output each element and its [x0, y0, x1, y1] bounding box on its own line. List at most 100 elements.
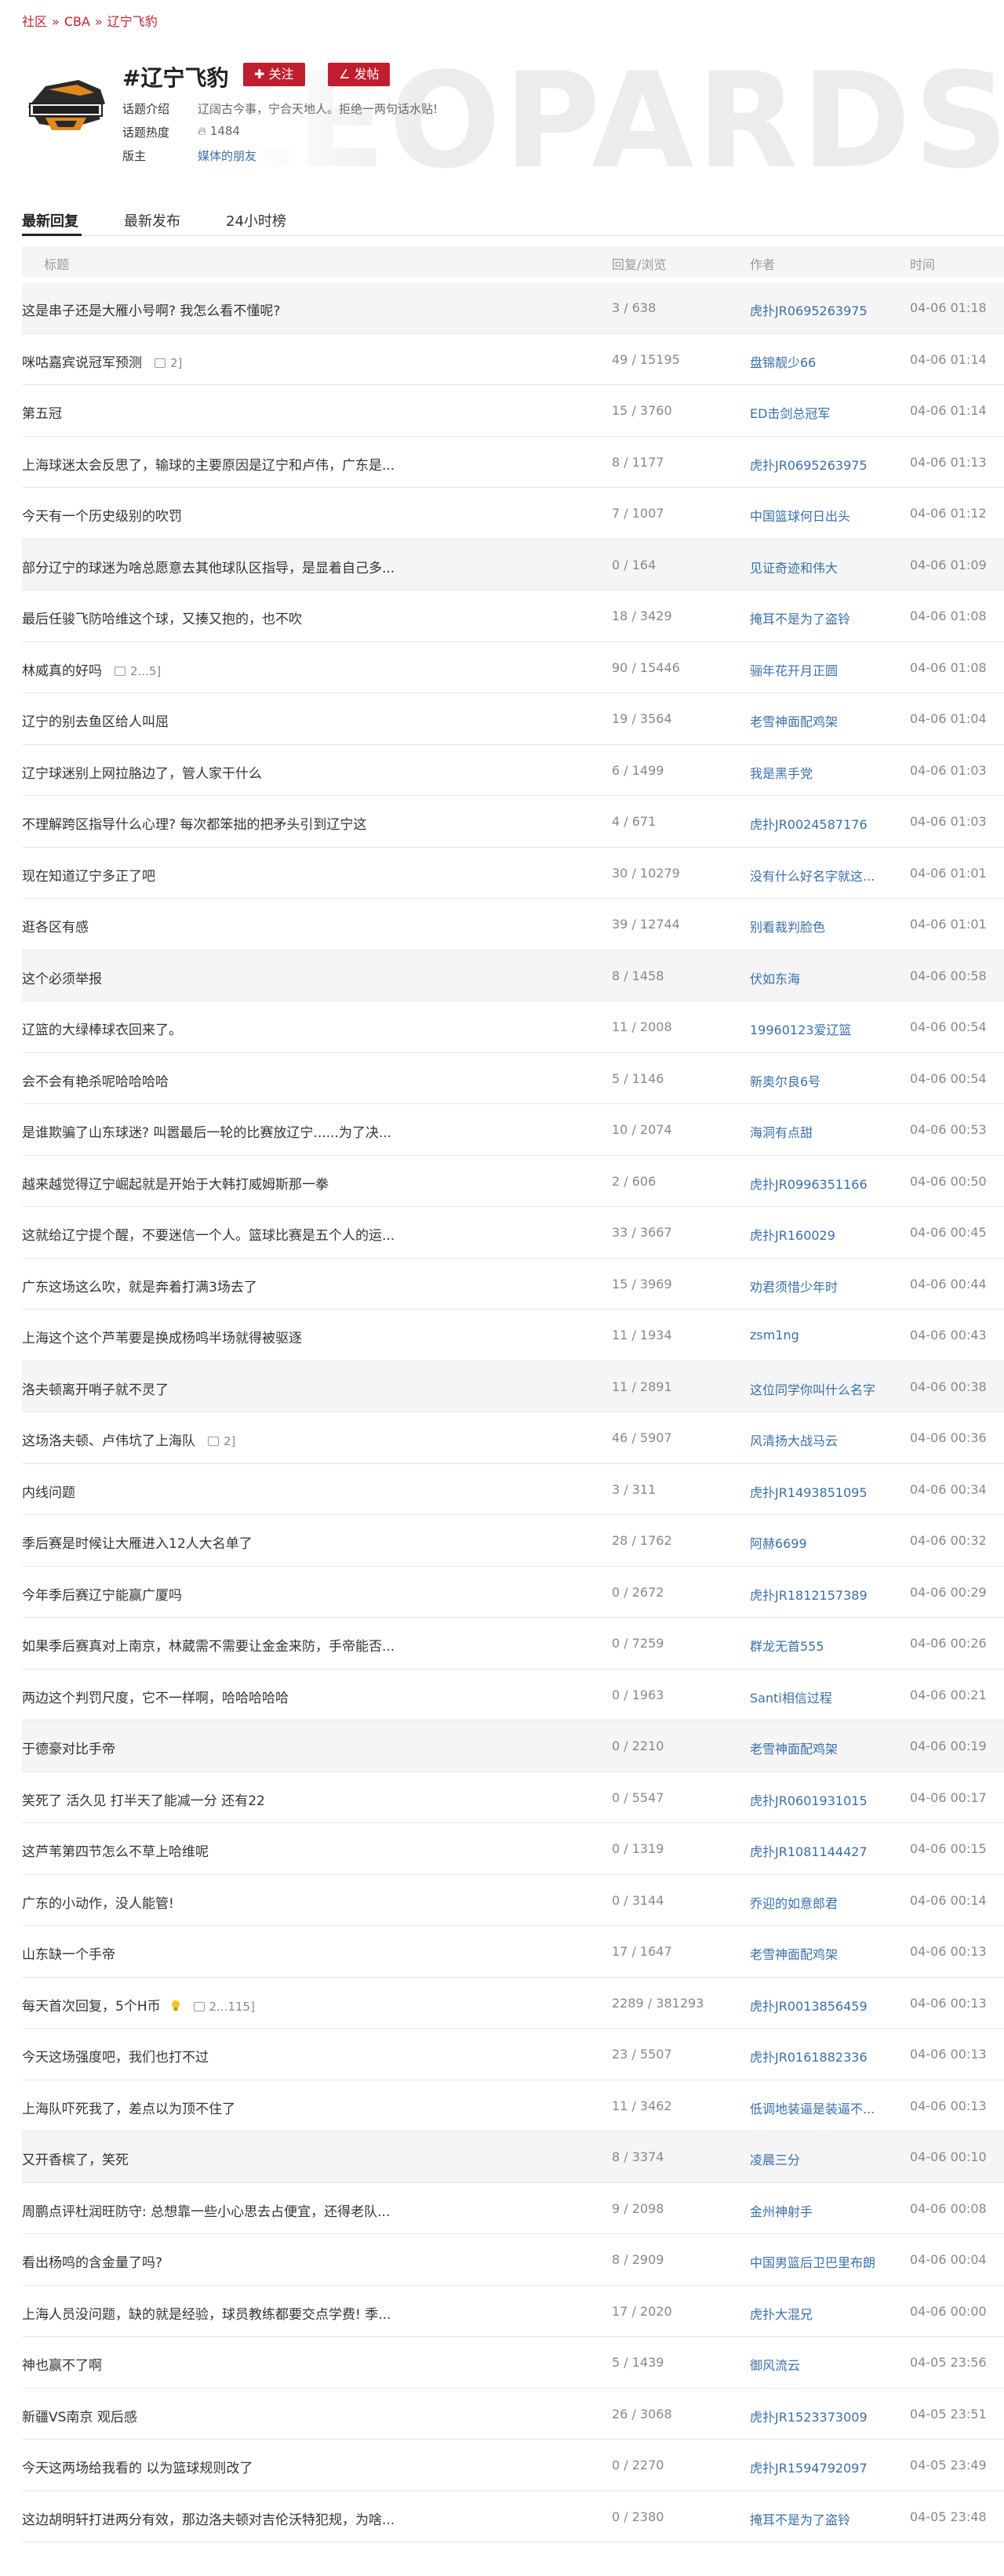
thread-author[interactable]: 群龙无首555: [750, 1636, 824, 1655]
thread-title[interactable]: 如果季后赛真对上南京，林葳需不需要让金金来防，手帝能否...: [22, 1639, 395, 1655]
thread-title[interactable]: 这场洛夫顿、卢伟坑了上海队: [22, 1433, 195, 1449]
thread-title[interactable]: 不理解跨区指导什么心理? 每次都笨拙的把矛头引到辽宁这: [22, 817, 366, 833]
thread-author[interactable]: 老雪神面配鸡架: [750, 1944, 838, 1963]
page-links[interactable]: 2...5]: [115, 664, 161, 678]
thread-author[interactable]: 伏如东海: [750, 968, 800, 987]
thread-author[interactable]: 掩耳不是为了盗铃: [750, 609, 850, 627]
thread-title[interactable]: 第五冠: [22, 406, 62, 422]
thread-author[interactable]: 海洞有点甜: [750, 1122, 813, 1141]
thread-author[interactable]: 虎扑JR0695263975: [750, 300, 868, 319]
thread-title[interactable]: 广东的小动作，没人能管!: [22, 1896, 174, 1912]
breadcrumb-cba[interactable]: CBA: [64, 14, 90, 29]
thread-title[interactable]: 于德豪对比手帝: [22, 1742, 115, 1757]
thread-author[interactable]: 虎扑JR0601931015: [750, 1790, 868, 1809]
thread-author[interactable]: 虎扑JR1493851095: [750, 1482, 868, 1501]
thread-author[interactable]: 乔迎的如意郎君: [750, 1893, 838, 1912]
thread-author[interactable]: 风清扬大战马云: [750, 1430, 838, 1449]
thread-title[interactable]: 现在知道辽宁多正了吧: [22, 869, 155, 885]
thread-author[interactable]: 虎扑JR1812157389: [750, 1585, 868, 1604]
thread-title[interactable]: 越来越觉得辽宁崛起就是开始于大韩打威姆斯那一拳: [22, 1177, 329, 1193]
thread-title[interactable]: 辽宁球迷别上网拉胳边了，管人家干什么: [22, 766, 262, 782]
thread-author[interactable]: 虎扑JR160029: [750, 1225, 835, 1244]
thread-title[interactable]: 逛各区有感: [22, 920, 89, 936]
thread-author[interactable]: 阿赫6699: [750, 1533, 807, 1552]
thread-author[interactable]: 劝君须惜少年时: [750, 1277, 838, 1295]
thread-title[interactable]: 上海人员没问题，缺的就是经验，球员教练都要交点学费! 季...: [22, 2307, 391, 2323]
thread-author[interactable]: 19960123爱辽篮: [750, 1019, 851, 1038]
breadcrumb-topic[interactable]: 辽宁飞豹: [107, 14, 158, 29]
thread-author[interactable]: 虎扑JR0024587176: [750, 814, 868, 833]
thread-author[interactable]: 老雪神面配鸡架: [750, 711, 838, 730]
thread-author[interactable]: 虎扑JR0695263975: [750, 455, 868, 474]
thread-title[interactable]: 神也赢不了啊: [22, 2358, 102, 2374]
thread-author[interactable]: 老雪神面配鸡架: [750, 1739, 838, 1757]
tab-24h-rank[interactable]: 24小时榜: [226, 210, 286, 231]
page-links[interactable]: 2...115]: [193, 2000, 255, 2014]
thread-title[interactable]: 看出杨鸣的含金量了吗?: [22, 2255, 162, 2271]
thread-author[interactable]: ED击剑总冠军: [750, 403, 830, 422]
thread-author[interactable]: 中国男篮后卫巴里布朗: [750, 2252, 875, 2271]
thread-title[interactable]: 又开香槟了，笑死: [22, 2153, 129, 2168]
thread-author[interactable]: 这位同学你叫什么名字: [750, 1379, 875, 1398]
thread-title[interactable]: 这个必须举报: [22, 972, 102, 987]
thread-title[interactable]: 部分辽宁的球迷为啥总愿意去其他球队区指导，是显着自己多...: [22, 561, 395, 576]
thread-title[interactable]: 每天首次回复，5个H币: [22, 1999, 161, 2015]
breadcrumb-community[interactable]: 社区: [22, 14, 47, 29]
tab-latest-post[interactable]: 最新发布: [124, 210, 180, 231]
thread-title[interactable]: 这芦苇第四节怎么不草上哈维呢: [22, 1844, 209, 1860]
follow-button[interactable]: ✚ 关注: [243, 63, 305, 86]
thread-title[interactable]: 今天这两场给我看的 以为篮球规则改了: [22, 2461, 253, 2476]
thread-title[interactable]: 山东缺一个手帝: [22, 1947, 115, 1963]
thread-title[interactable]: 上海队吓死我了，差点以为顶不住了: [22, 2102, 235, 2117]
thread-author[interactable]: 虎扑JR0161882336: [750, 2047, 868, 2066]
thread-title[interactable]: 新疆VS南京 观后感: [22, 2410, 137, 2425]
thread-author[interactable]: 骊年花开月正圆: [750, 660, 838, 679]
thread-title[interactable]: 这就给辽宁提个醒，不要迷信一个人。篮球比赛是五个人的运...: [22, 1228, 395, 1244]
page-links[interactable]: 2]: [155, 356, 182, 370]
thread-title[interactable]: 今天这场强度吧，我们也打不过: [22, 2050, 209, 2066]
thread-title[interactable]: 辽篮的大绿棒球衣回来了。: [22, 1023, 182, 1038]
thread-title[interactable]: 这是串子还是大雁小号啊? 我怎么看不懂呢?: [22, 303, 280, 319]
thread-author[interactable]: 虎扑JR0013856459: [750, 1996, 868, 2015]
thread-title[interactable]: 咪咕嘉宾说冠军预测: [22, 355, 142, 371]
thread-title[interactable]: 这边胡明轩打进两分有效，那边洛夫顿对吉伦沃特犯规，为啥...: [22, 2512, 395, 2528]
thread-author[interactable]: 新奥尔良6号: [750, 1071, 820, 1090]
thread-author[interactable]: 虎扑JR1081144427: [750, 1841, 868, 1860]
thread-title[interactable]: 笑死了 活久见 打半天了能减一分 还有22: [22, 1793, 265, 1809]
thread-author[interactable]: 金州神射手: [750, 2201, 813, 2220]
thread-author[interactable]: 虎扑JR1594792097: [750, 2458, 868, 2476]
thread-author[interactable]: 我是黑手党: [750, 763, 813, 782]
thread-author[interactable]: 虎扑JR1523373009: [750, 2407, 868, 2425]
tab-latest-reply[interactable]: 最新回复: [22, 210, 78, 231]
host-link[interactable]: 媒体的朋友: [198, 147, 256, 164]
page-links[interactable]: 2]: [208, 1434, 235, 1448]
post-button[interactable]: ∠ 发帖: [328, 63, 391, 86]
thread-author[interactable]: 凌晨三分: [750, 2149, 800, 2168]
thread-author[interactable]: 虎扑大混兄: [750, 2304, 813, 2323]
thread-title[interactable]: 内线问题: [22, 1485, 75, 1501]
thread-author[interactable]: 盘锦靓少66: [750, 352, 816, 371]
thread-title[interactable]: 季后赛是时候让大雁进入12人大名单了: [22, 1536, 253, 1552]
thread-author[interactable]: 没有什么好名字就这...: [750, 866, 875, 885]
thread-title[interactable]: 今年季后赛辽宁能赢广厦吗: [22, 1588, 182, 1604]
thread-title[interactable]: 是谁欺骗了山东球迷? 叫嚣最后一轮的比赛放辽宁......为了决...: [22, 1125, 391, 1141]
thread-author[interactable]: zsm1ng: [750, 1328, 799, 1342]
thread-title[interactable]: 洛夫顿离开哨子就不灵了: [22, 1382, 169, 1398]
thread-title[interactable]: 今天有一个历史级别的吹罚: [22, 509, 182, 525]
thread-author[interactable]: 别看裁判脸色: [750, 917, 825, 936]
thread-author[interactable]: 虎扑JR0996351166: [750, 1174, 868, 1193]
thread-title[interactable]: 上海这个这个芦苇要是换成杨鸣半场就得被驱逐: [22, 1331, 302, 1346]
thread-author[interactable]: 掩耳不是为了盗铃: [750, 2509, 850, 2528]
thread-author[interactable]: 中国篮球何日出头: [750, 506, 850, 525]
thread-title[interactable]: 两边这个判罚尺度，它不一样啊，哈哈哈哈哈: [22, 1691, 289, 1706]
thread-author[interactable]: 见证奇迹和伟大: [750, 558, 838, 576]
thread-title[interactable]: 辽宁的别去鱼区给人叫屈: [22, 714, 169, 730]
thread-title[interactable]: 周鹏点评杜润旺防守: 总想靠一些小心思去占便宜，还得老队...: [22, 2204, 390, 2220]
thread-author[interactable]: 御风流云: [750, 2355, 800, 2374]
thread-title[interactable]: 林威真的好吗: [22, 663, 102, 679]
thread-title[interactable]: 广东这场这么吹，就是奔着打满3场去了: [22, 1280, 257, 1295]
thread-title[interactable]: 上海球迷太会反思了，输球的主要原因是辽宁和卢伟，广东是...: [22, 458, 395, 474]
thread-author[interactable]: 低调地装逼是装逼不...: [750, 2098, 875, 2117]
thread-title[interactable]: 会不会有艳杀呢哈哈哈哈: [22, 1074, 169, 1090]
thread-author[interactable]: Santi相信过程: [750, 1688, 832, 1706]
